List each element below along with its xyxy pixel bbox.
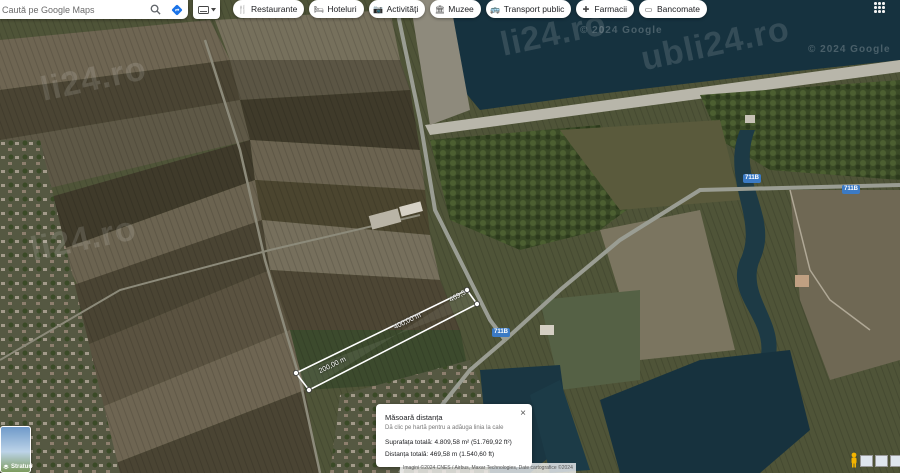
chip-activitati[interactable]: 📷 Activități bbox=[368, 0, 426, 18]
pegman-icon[interactable] bbox=[850, 452, 858, 468]
measure-vertex bbox=[305, 386, 312, 393]
chip-label: Transport public bbox=[503, 4, 565, 14]
camera-icon: 📷 bbox=[373, 4, 384, 14]
chip-bancomate[interactable]: ▭ Bancomate bbox=[639, 0, 708, 18]
chip-label: Restaurante bbox=[251, 4, 298, 14]
layers-label: Straturi bbox=[11, 464, 33, 470]
imagery-thumbnail[interactable] bbox=[875, 455, 888, 467]
chip-transport-public[interactable]: 🚌 Transport public bbox=[485, 0, 572, 18]
layers-button[interactable]: Straturi bbox=[0, 426, 33, 473]
chip-label: Bancomate bbox=[657, 4, 701, 14]
search-input[interactable]: Caută pe Google Maps bbox=[0, 5, 144, 15]
atm-icon: ▭ bbox=[644, 4, 653, 14]
total-area: Suprafața totală: 4.809,58 m² (51.769,92… bbox=[385, 439, 512, 446]
map-attribution: Imagini ©2024 CNES / Airbus, Maxar Techn… bbox=[400, 463, 576, 473]
map-type-button[interactable] bbox=[193, 0, 220, 19]
apps-grid-button[interactable] bbox=[872, 0, 886, 14]
satellite-map[interactable]: li24.ro li24.ro ubli24.ro li24.ro © 2024… bbox=[0, 0, 900, 473]
chip-label: Farmacii bbox=[594, 4, 628, 14]
chip-hoteluri[interactable]: 🛏 Hoteluri bbox=[309, 0, 364, 18]
measure-vertex bbox=[473, 300, 480, 307]
search-icon bbox=[150, 4, 161, 15]
directions-button[interactable] bbox=[166, 0, 188, 19]
road-shield: 711B bbox=[842, 185, 861, 194]
measure-distance-card: Măsoară distanța × Dă clic pe hartă pent… bbox=[376, 404, 532, 467]
chip-muzee[interactable]: 🏛 Muzee bbox=[430, 0, 481, 18]
card-title: Măsoară distanța bbox=[385, 413, 443, 422]
layers-icon bbox=[3, 464, 9, 470]
imagery-thumbnails[interactable] bbox=[860, 455, 900, 467]
watermark-google: © 2024 Google bbox=[580, 25, 663, 36]
search-button[interactable] bbox=[144, 0, 166, 19]
pharmacy-icon: ✚ bbox=[582, 4, 590, 14]
bus-icon: 🚌 bbox=[490, 4, 501, 14]
imagery-thumbnail[interactable] bbox=[860, 455, 873, 467]
category-chips: 🍴 Restaurante 🛏 Hoteluri 📷 Activități 🏛 … bbox=[233, 0, 708, 18]
chip-label: Activități bbox=[386, 4, 419, 14]
watermark-google: © 2024 Google bbox=[808, 44, 891, 55]
road-shield: 711B bbox=[743, 174, 762, 183]
chip-label: Muzee bbox=[448, 4, 474, 14]
search-box[interactable]: Caută pe Google Maps bbox=[0, 0, 188, 19]
museum-icon: 🏛 bbox=[434, 4, 445, 14]
keyboard-icon bbox=[197, 5, 209, 14]
close-button[interactable]: × bbox=[520, 408, 526, 419]
chip-restaurante[interactable]: 🍴 Restaurante bbox=[233, 0, 305, 18]
bed-icon: 🛏 bbox=[313, 4, 324, 14]
card-hint: Dă clic pe hartă pentru a adăuga linia l… bbox=[385, 425, 504, 431]
chevron-down-icon bbox=[210, 7, 216, 11]
fork-knife-icon: 🍴 bbox=[237, 4, 248, 14]
total-distance: Distanța totală: 469,58 m (1.540,60 ft) bbox=[385, 451, 495, 458]
road-shield: 711B bbox=[492, 328, 511, 337]
measure-vertex bbox=[292, 369, 299, 376]
chip-farmacii[interactable]: ✚ Farmacii bbox=[576, 0, 635, 18]
imagery-thumbnail[interactable] bbox=[890, 455, 900, 467]
directions-icon bbox=[171, 4, 183, 15]
chip-label: Hoteluri bbox=[327, 4, 357, 14]
